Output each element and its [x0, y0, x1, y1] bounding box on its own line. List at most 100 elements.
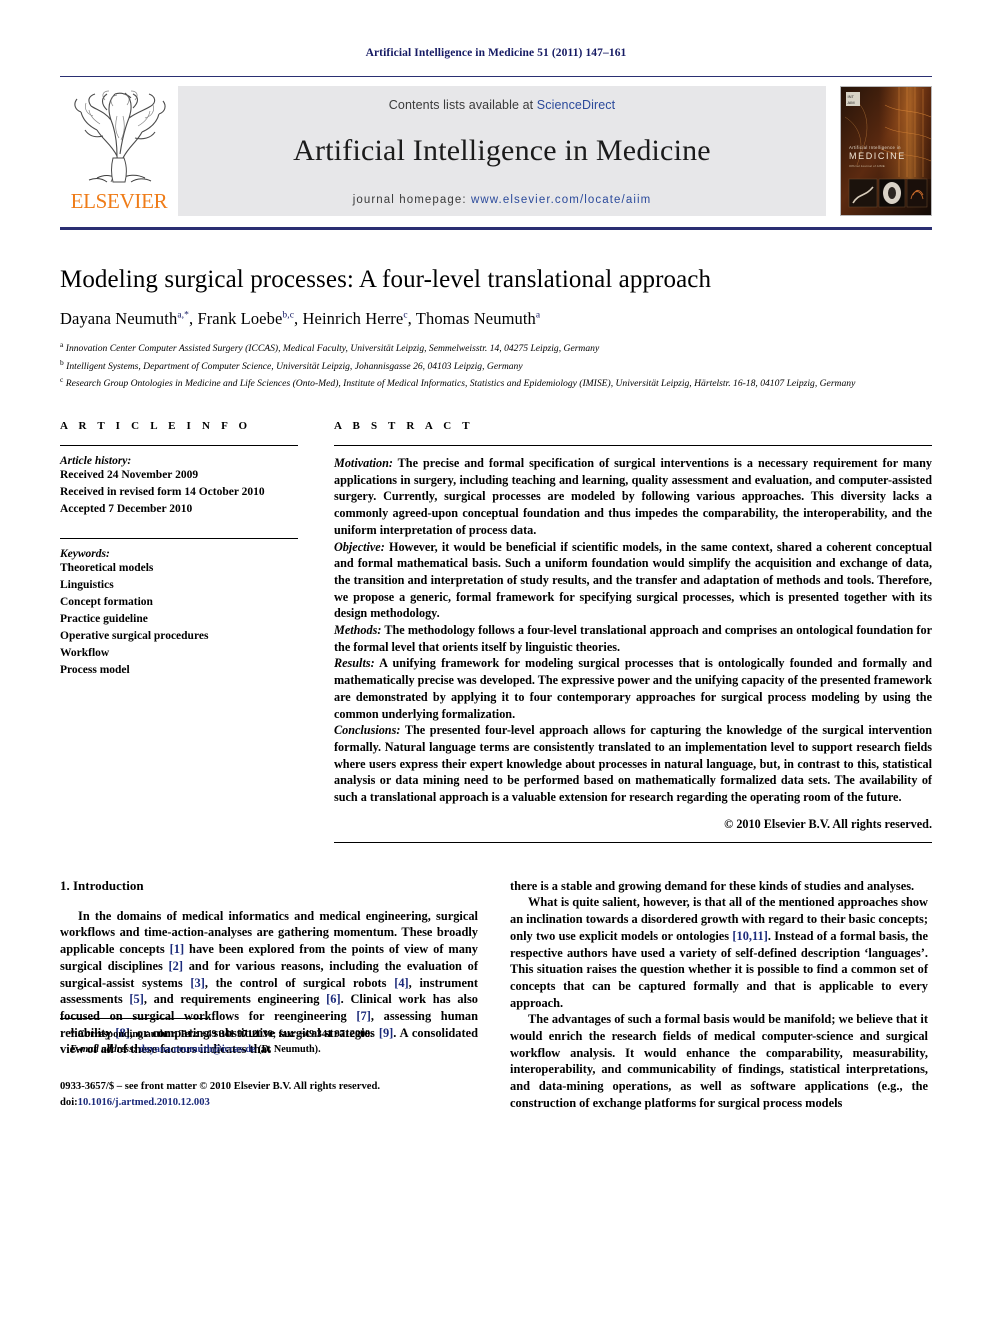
keyword-item: Workflow — [60, 646, 110, 659]
abstract-section-label: Results: — [334, 656, 375, 671]
citation-link[interactable]: [3] — [190, 976, 204, 990]
keyword-item: Concept formation — [60, 596, 153, 609]
article-history-block: Article history: Received 24 November 20… — [60, 455, 298, 517]
abstract-section: Results: A unifying framework for modeli… — [334, 655, 932, 722]
homepage-url-link[interactable]: www.elsevier.com/locate/aiim — [471, 194, 651, 206]
author-affil-mark: b,c — [282, 310, 295, 321]
contents-available-line: Contents lists available at ScienceDirec… — [389, 98, 615, 112]
cover-title-small: Artificial Intelligence in — [849, 145, 901, 150]
affiliation-item: a Innovation Center Computer Assisted Su… — [60, 339, 932, 357]
abstract-body: Motivation: The precise and formal speci… — [334, 455, 932, 806]
abstract-section-label: Objective: — [334, 539, 385, 554]
citation-link[interactable]: [2] — [169, 959, 183, 973]
email-line: E-mail address: dayana.neumuth@iccas.de … — [60, 1042, 478, 1057]
svg-text:Official Journal of AIME: Official Journal of AIME — [849, 164, 885, 168]
abstract-column: A B S T R A C T Motivation: The precise … — [334, 420, 932, 843]
affiliation-mark: c — [60, 375, 64, 385]
author-name: Dayana Neumuth — [60, 308, 178, 328]
article-info-divider — [60, 445, 298, 447]
author-name: Heinrich Herre — [302, 308, 404, 328]
abstract-section-text: A unifying framework for modeling surgic… — [334, 656, 932, 721]
corresponding-author-note: * Corresponding author. Tel.: +49 341 97… — [60, 1027, 478, 1058]
abstract-section-label: Methods: — [334, 623, 382, 638]
affiliation-mark: b — [60, 357, 64, 367]
article-page: Artificial Intelligence in Medicine 51 (… — [0, 0, 992, 1323]
history-item: Accepted 7 December 2010 — [60, 502, 193, 515]
author-affil-mark: a,* — [177, 310, 189, 321]
abstract-bottom-divider — [334, 841, 932, 843]
citation-link[interactable]: [4] — [394, 976, 408, 990]
footnote-area: * Corresponding author. Tel.: +49 341 97… — [60, 1017, 478, 1111]
journal-cover-thumbnail[interactable]: INT AIM Artificial Intelligence in MEDIC… — [840, 86, 932, 216]
elsevier-logo[interactable]: ELSEVIER — [60, 86, 178, 216]
abstract-section-text: The presented four-level approach allows… — [334, 723, 932, 805]
doi-line: doi:10.1016/j.artmed.2010.12.003 — [60, 1095, 478, 1111]
homepage-prefix: journal homepage: — [352, 194, 471, 206]
author-list: Dayana Neumutha,*, Frank Loebeb,c, Heinr… — [60, 308, 541, 328]
author-entry[interactable]: Thomas Neumutha — [416, 309, 540, 328]
keyword-item: Process model — [60, 663, 130, 676]
keywords-block: Keywords: Theoretical models Linguistics… — [60, 548, 298, 678]
doi-label: doi: — [60, 1097, 78, 1109]
corresponding-author-line: * Corresponding author. Tel.: +49 341 97… — [70, 1028, 373, 1040]
author-entry[interactable]: Frank Loebeb,c — [197, 309, 294, 328]
affiliation-item: c Research Group Ontologies in Medicine … — [60, 374, 932, 392]
abstract-copyright: © 2010 Elsevier B.V. All rights reserved… — [724, 816, 932, 831]
citation-link[interactable]: [1] — [170, 942, 184, 956]
history-item: Received in revised form 14 October 2010 — [60, 485, 265, 498]
affiliation-mark: a — [60, 339, 64, 349]
journal-band: Contents lists available at ScienceDirec… — [178, 86, 826, 216]
issn-doi-block: 0933-3657/$ – see front matter © 2010 El… — [60, 1079, 478, 1111]
affiliation-text: Intelligent Systems, Department of Compu… — [66, 360, 523, 372]
abstract-section: Objective: However, it would be benefici… — [334, 539, 932, 623]
header-divider — [60, 76, 932, 77]
citation-link[interactable]: [10,11] — [732, 929, 767, 943]
author-entry[interactable]: Dayana Neumutha,* — [60, 309, 189, 328]
doi-link[interactable]: 10.1016/j.artmed.2010.12.003 — [78, 1097, 210, 1108]
email-link[interactable]: dayana.neumuth@iccas.de — [139, 1044, 255, 1055]
paragraph: What is quite salient, however, is that … — [510, 895, 929, 1010]
elsevier-wordmark: ELSEVIER — [70, 189, 168, 213]
paragraph: The advantages of such a formal basis wo… — [510, 1012, 928, 1110]
abstract-divider — [334, 445, 932, 447]
affiliation-text: Research Group Ontologies in Medicine an… — [65, 378, 856, 390]
paragraph: there is a stable and growing demand for… — [510, 878, 915, 893]
abstract-section-label: Motivation: — [334, 456, 393, 471]
journal-homepage-line: journal homepage: www.elsevier.com/locat… — [353, 194, 652, 206]
article-info-heading: A R T I C L E I N F O — [60, 420, 252, 433]
section-heading-introduction: 1. Introduction — [60, 877, 144, 893]
author-entry[interactable]: Heinrich Herrec — [303, 309, 408, 328]
keywords-label: Keywords: — [60, 548, 110, 561]
abstract-section: Methods: The methodology follows a four-… — [334, 622, 932, 655]
page-title: Modeling surgical processes: A four-leve… — [60, 266, 712, 293]
author-affil-mark: a — [535, 310, 541, 321]
sciencedirect-link[interactable]: ScienceDirect — [537, 98, 615, 112]
body-right-column: there is a stable and growing demand for… — [510, 878, 928, 1111]
article-history-label: Article history: — [60, 455, 132, 468]
email-suffix: (D. Neumuth). — [255, 1044, 321, 1056]
keyword-item: Practice guideline — [60, 613, 148, 626]
journal-title: Artificial Intelligence in Medicine — [293, 134, 711, 167]
author-name: Thomas Neumuth — [415, 308, 536, 328]
running-head: Artificial Intelligence in Medicine 51 (… — [365, 47, 627, 59]
title-block: Modeling surgical processes: A four-leve… — [60, 266, 932, 392]
citation-link[interactable]: [6] — [326, 992, 340, 1006]
abstract-section: Conclusions: The presented four-level ap… — [334, 722, 932, 806]
cover-artwork: INT AIM Artificial Intelligence in MEDIC… — [841, 87, 931, 215]
abstract-section: Motivation: The precise and formal speci… — [334, 455, 932, 539]
body-left-column: 1. Introduction In the domains of medica… — [60, 878, 478, 1111]
keyword-item: Linguistics — [60, 579, 114, 592]
abstract-section-text: However, it would be beneficial if scien… — [334, 539, 932, 621]
article-info-column: A R T I C L E I N F O Article history: R… — [60, 420, 298, 843]
elsevier-tree-icon — [67, 86, 171, 190]
masthead-divider — [60, 227, 932, 230]
keywords-divider — [60, 538, 298, 540]
abstract-section-text: The precise and formal specification of … — [334, 456, 932, 537]
abstract-section-label: Conclusions: — [334, 723, 401, 738]
affiliation-list: a Innovation Center Computer Assisted Su… — [60, 339, 932, 392]
keyword-item: Theoretical models — [60, 562, 154, 575]
issn-line: 0933-3657/$ – see front matter © 2010 El… — [60, 1081, 380, 1093]
history-item: Received 24 November 2009 — [60, 469, 199, 482]
citation-link[interactable]: [5] — [129, 992, 143, 1006]
journal-masthead: ELSEVIER Contents lists available at Sci… — [60, 86, 932, 216]
